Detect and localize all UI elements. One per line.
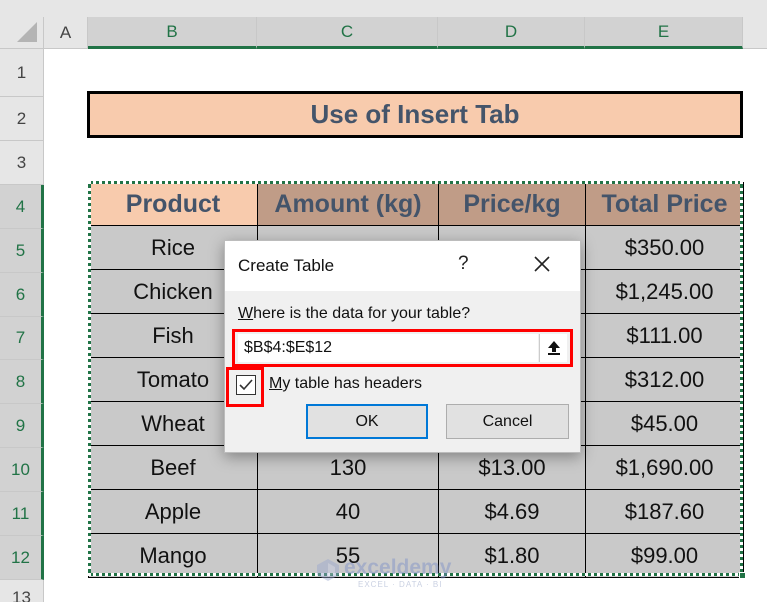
dialog-title-bar[interactable]: Create Table ? <box>225 241 580 291</box>
table-header-row: Product Amount (kg) Price/kg Total Price <box>88 182 744 226</box>
range-input[interactable] <box>238 334 538 362</box>
row-header-11[interactable]: 11 <box>0 492 44 536</box>
header-amount[interactable]: Amount (kg) <box>257 182 439 226</box>
checkbox-access-key: M <box>269 375 283 392</box>
cell-total[interactable]: $111.00 <box>585 313 744 358</box>
cell-total[interactable]: $1,690.00 <box>585 445 744 490</box>
ribbon-edge <box>0 0 767 17</box>
create-table-dialog: Create Table ? Where is the data for you… <box>224 240 581 453</box>
checkbox-label-text: y table has headers <box>282 375 422 392</box>
header-total-price[interactable]: Total Price <box>585 182 744 226</box>
table-row: Mango 55 $1.80 $99.00 <box>88 533 744 578</box>
row-header-10[interactable]: 10 <box>0 448 44 492</box>
row-header-8[interactable]: 8 <box>0 360 44 404</box>
fill-handle[interactable] <box>739 572 746 579</box>
column-header-e[interactable]: E <box>585 17 743 49</box>
row-header-12[interactable]: 12 <box>0 536 44 580</box>
title-cell[interactable]: Use of Insert Tab <box>87 91 743 138</box>
row-header-7[interactable]: 7 <box>0 317 44 360</box>
cell-total[interactable]: $350.00 <box>585 225 744 270</box>
header-price-per-kg[interactable]: Price/kg <box>438 182 586 226</box>
watermark-tagline: EXCEL · DATA · BI <box>358 580 443 589</box>
checkbox-highlight <box>226 367 264 407</box>
column-header-d[interactable]: D <box>438 17 585 49</box>
range-prompt-label: Where is the data for your table? <box>238 305 470 323</box>
row-header-9[interactable]: 9 <box>0 404 44 448</box>
select-all-triangle-icon <box>17 22 37 42</box>
cell-amount[interactable]: 40 <box>257 489 439 534</box>
column-header-b[interactable]: B <box>88 17 257 49</box>
row-header-5[interactable]: 5 <box>0 229 44 273</box>
cell-product[interactable]: Apple <box>88 489 258 534</box>
column-header-a[interactable]: A <box>44 17 88 49</box>
range-highlight <box>232 329 573 367</box>
column-header-c[interactable]: C <box>257 17 438 49</box>
headers-checkbox[interactable] <box>236 375 256 395</box>
cell-amount[interactable]: 55 <box>257 533 439 578</box>
cell-total[interactable]: $187.60 <box>585 489 744 534</box>
column-header-f[interactable] <box>743 17 767 49</box>
cell-product[interactable]: Mango <box>88 533 258 578</box>
headers-checkbox-label[interactable]: My table has headers <box>269 375 422 393</box>
row-header-4[interactable]: 4 <box>0 185 44 229</box>
help-button[interactable]: ? <box>458 253 469 275</box>
prompt-text: here is the data for your table? <box>253 305 471 322</box>
ok-button[interactable]: OK <box>306 404 428 439</box>
cell-price[interactable]: $1.80 <box>438 533 586 578</box>
cell-total[interactable]: $45.00 <box>585 401 744 446</box>
row-header-1[interactable]: 1 <box>0 49 44 97</box>
cell-total[interactable]: $99.00 <box>585 533 744 578</box>
row-header-6[interactable]: 6 <box>0 273 44 317</box>
checkmark-icon <box>239 379 253 391</box>
row-header-3[interactable]: 3 <box>0 141 44 185</box>
cell-price[interactable]: $4.69 <box>438 489 586 534</box>
table-row: Apple 40 $4.69 $187.60 <box>88 489 744 534</box>
cell-total[interactable]: $312.00 <box>585 357 744 402</box>
select-all-button[interactable] <box>0 17 44 49</box>
arrow-up-icon <box>547 341 560 355</box>
dialog-title: Create Table <box>238 256 335 275</box>
collapse-dialog-button[interactable] <box>539 334 567 362</box>
cancel-button[interactable]: Cancel <box>446 404 569 439</box>
cell-total[interactable]: $1,245.00 <box>585 269 744 314</box>
row-header-13[interactable]: 13 <box>0 580 44 602</box>
header-product[interactable]: Product <box>88 182 258 226</box>
row-header-2[interactable]: 2 <box>0 97 44 141</box>
prompt-access-key: W <box>238 305 254 322</box>
close-icon[interactable] <box>528 250 556 278</box>
